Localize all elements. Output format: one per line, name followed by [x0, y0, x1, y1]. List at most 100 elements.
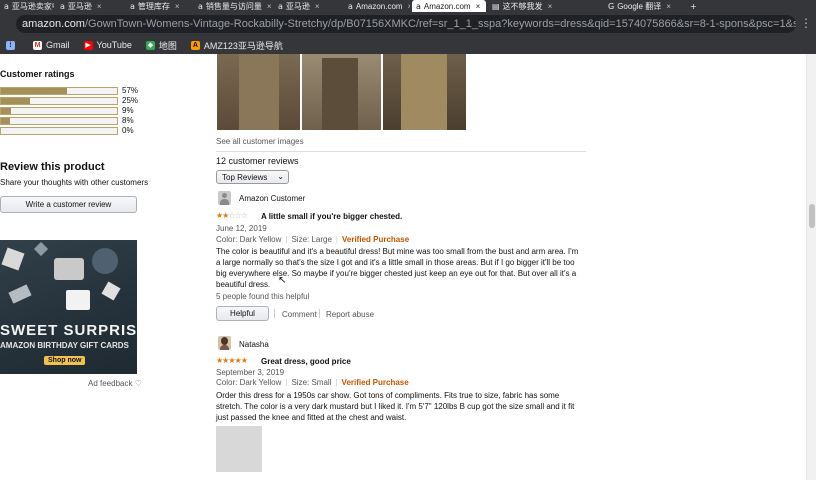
tab-label: 管理库存 [137, 1, 170, 11]
gift-box-shape [54, 258, 84, 280]
amazon-icon: a [416, 1, 421, 11]
tab-6-active[interactable]: a Amazon.com × [412, 0, 486, 12]
gmail-icon: M [33, 40, 42, 50]
review-color[interactable]: Color: Dark Yellow [216, 235, 281, 244]
customer-image-thumb[interactable] [301, 54, 381, 130]
bookmark-amz123[interactable]: A AMZ123亚马逊导航 [190, 39, 283, 52]
rating-bar-fill [1, 107, 12, 114]
review-meta: Color: Dark Yellow | Size: Large | Verified … [216, 235, 409, 244]
review-title[interactable]: A little small if you're bigger chested. [261, 212, 402, 221]
review-image-thumb[interactable] [216, 426, 262, 472]
tab-4[interactable]: a 亚马逊 × [274, 0, 342, 12]
reviewer-name[interactable]: Natasha [239, 340, 269, 349]
reviewer-name[interactable]: Amazon Customer [239, 194, 305, 203]
divider [319, 309, 320, 318]
customer-image-thumb[interactable] [216, 54, 300, 130]
tab-label: 销售量与访问量 [205, 1, 262, 11]
meta-separator: | [335, 235, 338, 244]
tab-0[interactable]: a亚马逊卖家中心× [0, 0, 54, 12]
review-color[interactable]: Color: Dark Yellow [216, 378, 281, 387]
close-icon[interactable]: × [408, 2, 410, 11]
review-size[interactable]: Size: Small [291, 378, 331, 387]
review-size[interactable]: Size: Large [291, 235, 331, 244]
write-review-button[interactable]: Write a customer review [0, 196, 137, 213]
amz123-icon: A [190, 40, 200, 50]
amazon-icon: a [278, 1, 283, 11]
confetti-shape [8, 284, 32, 304]
rating-bar [0, 106, 118, 115]
rating-percent: 25% [122, 96, 139, 105]
tab-label: Amazon.com [423, 1, 471, 11]
close-icon[interactable]: × [267, 2, 272, 11]
rating-row[interactable]: 0% [0, 126, 134, 135]
new-tab-button[interactable]: + [686, 0, 706, 12]
bookmark-youtube[interactable]: ▶ YouTube [83, 40, 132, 50]
meta-separator: | [285, 378, 288, 387]
bookmark-gmail[interactable]: M Gmail [33, 40, 70, 50]
review-count: 12 customer reviews [216, 156, 299, 166]
comment-link[interactable]: Comment [282, 310, 317, 319]
meta-separator: | [335, 378, 338, 387]
rating-row[interactable]: 9% [0, 106, 134, 115]
close-icon[interactable]: × [548, 2, 553, 11]
dress-figure [322, 58, 358, 130]
report-abuse-link[interactable]: Report abuse [326, 310, 374, 319]
tab-label: 亚马逊 [67, 1, 92, 11]
customer-image-thumb[interactable] [382, 54, 466, 130]
bookmark-apps[interactable]: ⁞ [6, 40, 19, 50]
mouse-cursor-icon: ↖ [278, 275, 287, 286]
bookmarks-bar: ⁞ M Gmail ▶ YouTube ◆ 地图 A AMZ123亚马逊导航 [0, 36, 816, 54]
rating-row[interactable]: 57% [0, 86, 138, 95]
review-title[interactable]: Great dress, good price [261, 357, 351, 366]
rating-bar-fill [1, 87, 68, 94]
apps-grid-icon: ⁞ [6, 40, 15, 50]
bookmark-maps[interactable]: ◆ 地图 [145, 39, 177, 52]
customer-ratings-heading: Customer ratings [0, 69, 75, 79]
tab-8[interactable]: G Google 翻译 × [604, 0, 684, 12]
review-date: June 12, 2019 [216, 224, 267, 233]
close-icon[interactable]: × [666, 2, 671, 11]
confetti-shape [1, 247, 25, 271]
close-icon[interactable]: × [97, 2, 102, 11]
star-rating[interactable]: ★★★★★ [216, 356, 248, 365]
tab-2[interactable]: a 管理库存 × [126, 0, 192, 12]
url-field[interactable]: amazon.com/GownTown-Womens-Vintage-Rocka… [16, 15, 796, 33]
review-product-heading: Review this product [0, 161, 105, 173]
tab-1[interactable]: a 亚马逊 × [56, 0, 124, 12]
divider [274, 309, 275, 318]
avatar-head [222, 193, 227, 198]
gift-card-shape [66, 290, 90, 310]
close-icon[interactable]: × [476, 2, 481, 11]
plus-icon: + [690, 1, 697, 11]
rating-row[interactable]: 25% [0, 96, 138, 105]
sort-reviews-dropdown[interactable]: Top Reviews ⌄ [216, 170, 289, 184]
page-scrollbar[interactable] [806, 54, 816, 480]
ad-shop-now-button[interactable]: Shop now [44, 356, 86, 365]
close-icon[interactable]: × [175, 2, 180, 11]
ad-feedback-link[interactable]: Ad feedback ♡ [88, 379, 142, 388]
scrollbar-thumb[interactable] [809, 204, 815, 228]
verified-purchase-badge: Verified Purchase [341, 378, 409, 387]
youtube-icon: ▶ [83, 40, 93, 50]
tab-3[interactable]: a 销售量与访问量 × [194, 0, 272, 12]
balloon-shape [92, 248, 118, 274]
rating-row[interactable]: 8% [0, 116, 134, 125]
ad-banner[interactable]: SWEET SURPRISES AMAZON BIRTHDAY GIFT CAR… [0, 240, 137, 374]
avatar[interactable] [218, 336, 231, 350]
tab-5[interactable]: a Amazon.com × [344, 0, 410, 12]
rating-bar [0, 116, 118, 125]
kebab-menu-icon[interactable]: ⋮ [800, 16, 812, 30]
tab-7[interactable]: ▤ 这不够我发 × [488, 0, 602, 12]
tab-label: 亚马逊卖家中心 [11, 1, 54, 11]
document-icon: ▤ [492, 1, 500, 11]
google-translate-icon: G [608, 1, 615, 11]
see-all-customer-images-link[interactable]: See all customer images [216, 137, 304, 146]
close-icon[interactable]: × [315, 2, 320, 11]
star-filled-icon: ★ [240, 356, 248, 365]
helpful-button[interactable]: Helpful [216, 306, 269, 321]
avatar[interactable] [218, 191, 231, 205]
rating-bar [0, 126, 118, 135]
star-rating[interactable]: ★★☆☆☆ [216, 211, 248, 220]
rating-bar-fill [1, 97, 30, 104]
rating-percent: 9% [122, 106, 134, 115]
